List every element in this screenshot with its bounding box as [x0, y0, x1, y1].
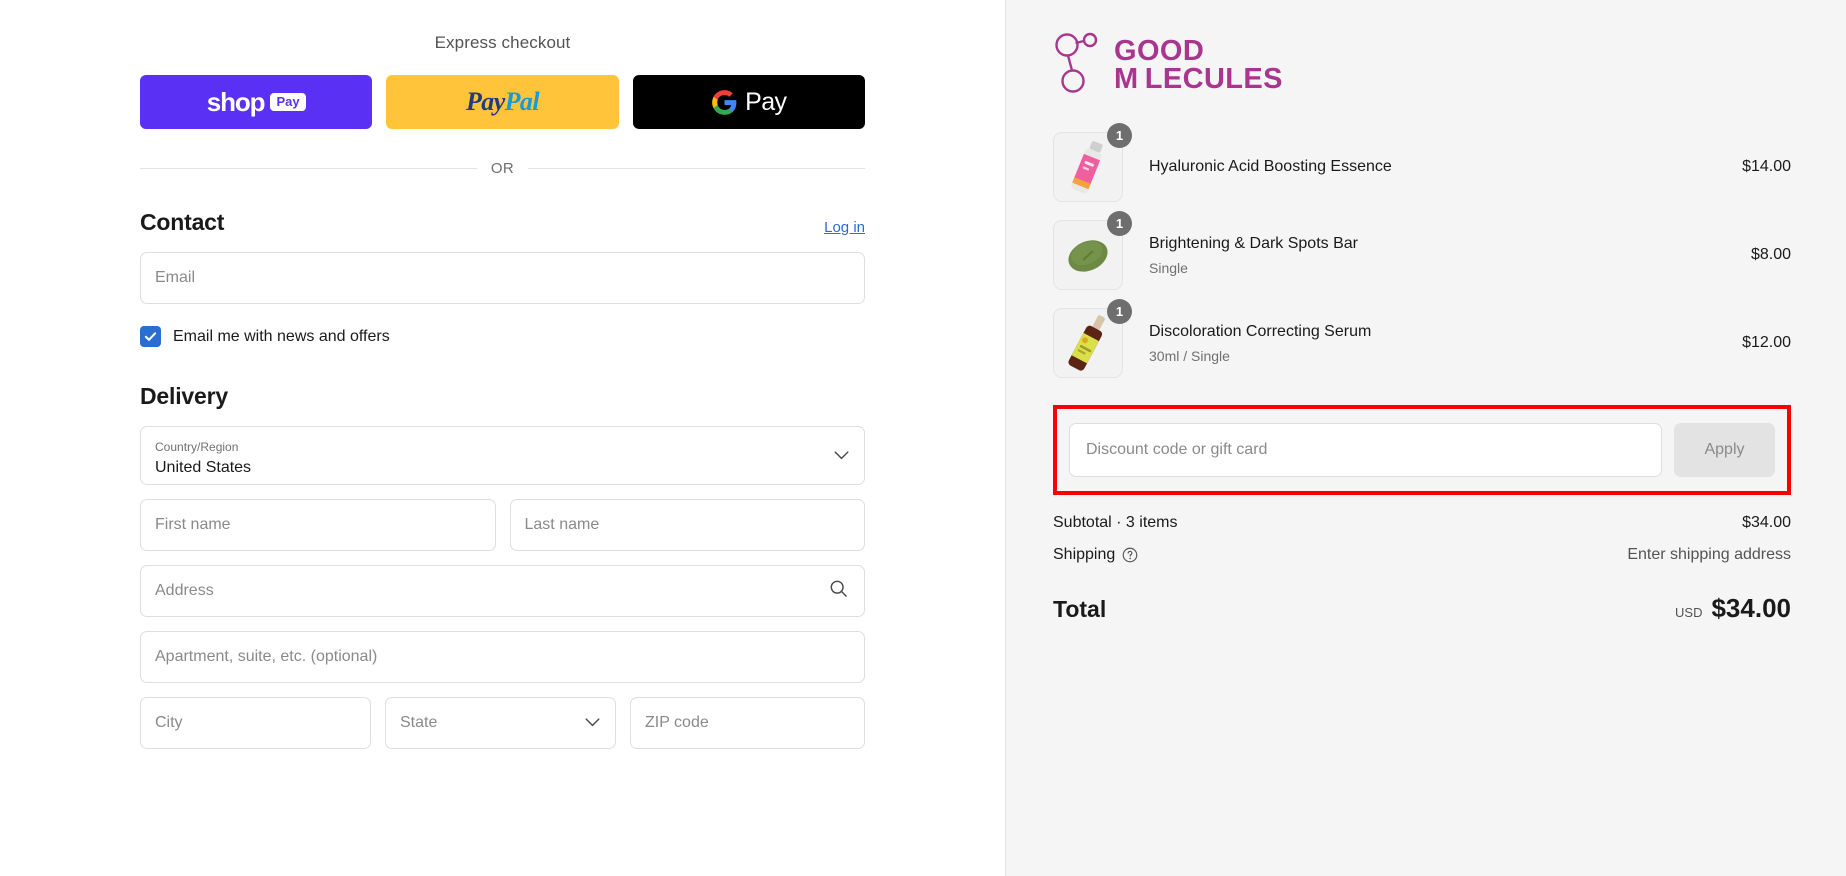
subtotal-value: $34.00: [1742, 514, 1791, 531]
apartment-placeholder: Apartment, suite, etc. (optional): [155, 648, 378, 665]
first-name-field[interactable]: First name: [140, 499, 496, 551]
subtotal-row: Subtotal · 3 items $34.00: [1053, 507, 1791, 539]
total-amount-wrap: USD $34.00: [1675, 593, 1791, 624]
brand-line-1: GOOD: [1114, 34, 1205, 67]
paypal-logo: PayPal: [466, 87, 540, 117]
google-pay-wordmark: Pay: [745, 87, 787, 116]
google-pay-button[interactable]: Pay: [632, 75, 865, 129]
name-row: First name Last name: [140, 499, 865, 551]
discount-highlight-box: Discount code or gift card Apply: [1053, 405, 1791, 495]
city-placeholder: City: [155, 714, 183, 731]
cart-item-price: $14.00: [1742, 158, 1791, 175]
cart-item-name: Brightening & Dark Spots Bar: [1149, 235, 1358, 253]
shop-pay-button[interactable]: shop Pay: [140, 75, 373, 129]
address-row: Address: [140, 565, 865, 617]
address-placeholder: Address: [155, 582, 214, 599]
shipping-value: Enter shipping address: [1627, 546, 1791, 563]
newsletter-row: Email me with news and offers: [140, 326, 865, 347]
discount-code-placeholder: Discount code or gift card: [1086, 441, 1268, 458]
help-circle-icon[interactable]: [1122, 547, 1138, 563]
subtotal-label: Subtotal · 3 items: [1053, 514, 1178, 531]
discount-code-input[interactable]: Discount code or gift card: [1069, 423, 1662, 477]
shop-pay-badge: Pay: [270, 93, 306, 111]
express-checkout-buttons: shop Pay PayPal Pay: [140, 75, 865, 129]
chevron-down-icon: [834, 447, 849, 465]
cart-line-item[interactable]: 1 Hyaluronic Acid Boosting Essence $14.0…: [1053, 123, 1791, 211]
email-field[interactable]: Email: [140, 252, 865, 304]
log-in-link[interactable]: Log in: [824, 219, 865, 236]
cart-line-item[interactable]: 1 Brightening & Dark Spots Bar Single $8…: [1053, 211, 1791, 299]
divider-line-right: [528, 168, 865, 169]
divider-line-left: [140, 168, 477, 169]
express-checkout-heading: Express checkout: [434, 33, 571, 52]
order-summary-pane: GOOD M LECULES 1 Hyaluronic Acid Boostin…: [1006, 0, 1846, 876]
cart-item-price: $8.00: [1750, 246, 1791, 263]
contact-title: Contact: [140, 209, 225, 235]
brand-wordmark: GOOD M LECULES: [1114, 34, 1283, 95]
country-region-label: Country/Region: [155, 440, 239, 454]
cart-item-name: Discoloration Correcting Serum: [1149, 323, 1372, 341]
check-icon: [144, 332, 157, 341]
first-name-placeholder: First name: [155, 516, 231, 533]
or-label: OR: [490, 160, 515, 177]
cart-item-variant: 30ml / Single: [1149, 347, 1230, 364]
newsletter-label[interactable]: Email me with news and offers: [173, 328, 390, 346]
shop-pay-wordmark: shop: [206, 86, 266, 117]
cart-item-info: Discoloration Correcting Serum 30ml / Si…: [1123, 322, 1730, 364]
search-icon[interactable]: [829, 579, 848, 603]
cart-item-variant: Single: [1149, 259, 1188, 276]
last-name-placeholder: Last name: [524, 516, 600, 533]
molecule-icon: [1053, 32, 1101, 99]
product-thumbnail-wrap: 1: [1053, 123, 1132, 202]
product-thumbnail-wrap: 1: [1053, 211, 1132, 290]
total-row: Total USD $34.00: [1053, 571, 1791, 624]
or-divider: OR: [140, 160, 865, 177]
last-name-field[interactable]: Last name: [509, 499, 865, 551]
google-g-icon: [711, 89, 738, 116]
address-field[interactable]: Address: [140, 565, 865, 617]
paypal-wordmark-pal: Pal: [504, 87, 540, 116]
total-label: Total: [1053, 596, 1107, 622]
newsletter-checkbox[interactable]: [140, 326, 161, 347]
paypal-wordmark-pay: Pay: [466, 87, 505, 116]
shipping-label-wrap: Shipping: [1053, 546, 1138, 564]
cart-item-info: Brightening & Dark Spots Bar Single: [1123, 234, 1739, 276]
email-placeholder: Email: [155, 269, 196, 286]
cart-item-price: $12.00: [1742, 334, 1791, 351]
apply-discount-button[interactable]: Apply: [1674, 423, 1775, 477]
chevron-down-icon: [585, 714, 600, 732]
checkout-form-pane: Express checkout shop Pay PayPal Pay OR …: [0, 0, 1006, 876]
totals-section: Subtotal · 3 items $34.00 Shipping Enter…: [1053, 495, 1791, 624]
google-pay-logo: Pay: [711, 87, 787, 117]
apartment-field[interactable]: Apartment, suite, etc. (optional): [140, 631, 865, 683]
state-placeholder: State: [400, 714, 438, 731]
state-select[interactable]: State: [385, 697, 616, 749]
country-region-value: United States: [155, 458, 252, 476]
shop-pay-logo: shop Pay: [207, 87, 306, 118]
apartment-row: Apartment, suite, etc. (optional): [140, 631, 865, 683]
shipping-label: Shipping: [1053, 546, 1116, 563]
checkout-page: Express checkout shop Pay PayPal Pay OR …: [0, 0, 1846, 876]
contact-section-header: Contact Log in: [140, 209, 865, 236]
brand-line-2: M LECULES: [1114, 62, 1283, 95]
cart-item-info: Hyaluronic Acid Boosting Essence: [1123, 157, 1730, 178]
cart-line-item[interactable]: 1 Discoloration Correcting Serum 30ml / …: [1053, 299, 1791, 387]
brand-logo: GOOD M LECULES: [1053, 0, 1791, 123]
total-currency: USD: [1675, 605, 1703, 620]
city-field[interactable]: City: [140, 697, 371, 749]
city-state-zip-row: City State ZIP code: [140, 697, 865, 749]
cart-item-name: Hyaluronic Acid Boosting Essence: [1149, 157, 1392, 175]
paypal-button[interactable]: PayPal: [386, 75, 619, 129]
zip-code-field[interactable]: ZIP code: [630, 697, 865, 749]
zip-code-placeholder: ZIP code: [645, 714, 709, 731]
quantity-badge: 1: [1107, 123, 1132, 148]
discount-row: Discount code or gift card Apply: [1069, 423, 1775, 477]
quantity-badge: 1: [1107, 299, 1132, 324]
country-region-select[interactable]: Country/Region United States: [140, 426, 865, 485]
total-value: $34.00: [1711, 593, 1791, 623]
product-thumbnail-wrap: 1: [1053, 299, 1132, 378]
quantity-badge: 1: [1107, 211, 1132, 236]
delivery-title: Delivery: [140, 383, 228, 409]
shipping-row: Shipping Enter shipping address: [1053, 539, 1791, 571]
